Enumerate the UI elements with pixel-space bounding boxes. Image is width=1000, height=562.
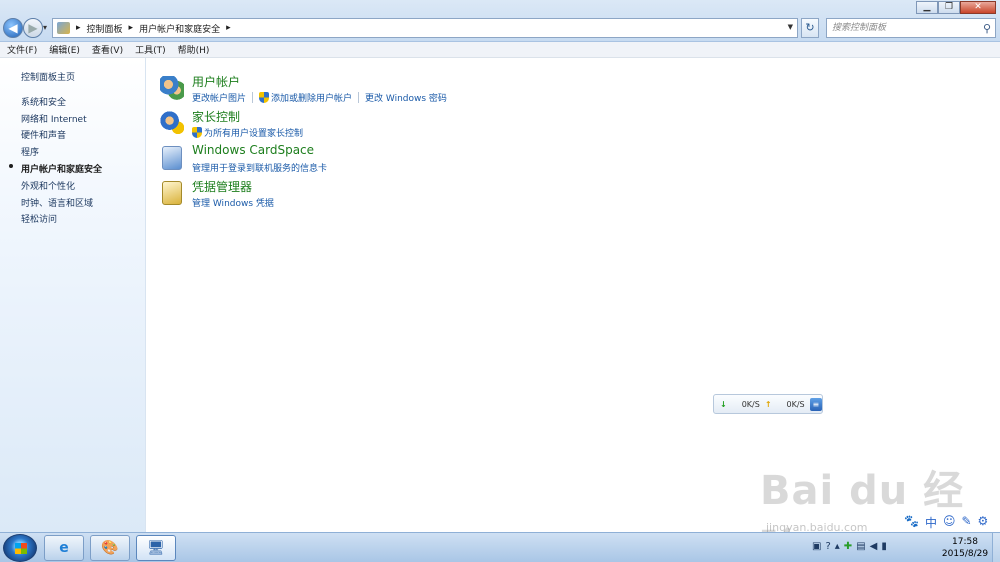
category-links: 更改帐户图片 添加或删除用户帐户 更改 Windows 密码 (192, 91, 447, 104)
search-placeholder: 搜索控制面板 (832, 23, 887, 33)
sidebar: 控制面板主页 系统和安全 网络和 Internet 硬件和声音 程序 用户帐户和… (0, 58, 146, 532)
breadcrumb-separator-icon: ▸ (226, 23, 231, 33)
breadcrumb-item-control-panel[interactable]: 控制面板 (87, 22, 123, 35)
link-manage-info-cards[interactable]: 管理用于登录到联机服务的信息卡 (192, 161, 327, 174)
sidebar-item-appearance[interactable]: 外观和个性化 (21, 179, 75, 192)
category-title[interactable]: Windows CardSpace (192, 143, 314, 157)
sidebar-item-network[interactable]: 网络和 Internet (21, 112, 87, 125)
category-title[interactable]: 用户帐户 (192, 73, 240, 90)
chevron-up-icon[interactable]: ▴ (835, 541, 840, 552)
breadcrumb-separator-icon: ▸ (128, 23, 134, 33)
taskbar-control-panel[interactable]: 🖥 (136, 535, 176, 561)
network-status-icon[interactable]: ▣ (812, 541, 821, 552)
credential-manager-icon (162, 181, 182, 205)
separator (358, 92, 360, 103)
taskbar-paint[interactable]: 🎨 (90, 535, 130, 561)
close-button[interactable]: ✕ (960, 1, 996, 14)
volume-icon[interactable]: ◀ (870, 541, 878, 552)
ime-settings-icon[interactable]: ⚙ (978, 514, 989, 531)
category-links: 为所有用户设置家长控制 (192, 126, 303, 139)
link-change-password[interactable]: 更改 Windows 密码 (365, 91, 447, 104)
link-change-picture[interactable]: 更改帐户图片 (192, 91, 246, 104)
ime-emoji-icon[interactable]: ☺ (943, 514, 956, 531)
minimize-button[interactable]: ▁ (916, 1, 938, 14)
parental-control-icon (160, 111, 184, 135)
shield-icon (259, 92, 270, 103)
search-input[interactable]: 搜索控制面板 ⚲ (826, 18, 996, 38)
upload-speed: 0K/S (786, 399, 805, 409)
category-title[interactable]: 家长控制 (192, 108, 240, 125)
sidebar-item-ease-of-access[interactable]: 轻松访问 (21, 212, 57, 225)
menu-view[interactable]: 查看(V) (92, 43, 123, 56)
taskbar-clock[interactable]: 17:58 2015/8/29 (940, 536, 990, 560)
ime-toolbar: 🐾 中 ☺ ✎ ⚙ (904, 514, 988, 531)
title-bar: ▁ ❐ ✕ ◀ ▶ ▾ ▸ 控制面板 ▸ 用户帐户和家庭安全 ▸ ▼ ↻ 搜索控… (0, 0, 1000, 42)
search-icon[interactable]: ⚲ (983, 20, 991, 38)
history-dropdown-icon[interactable]: ▾ (43, 23, 47, 32)
active-bullet-icon (9, 164, 13, 168)
separator (252, 92, 254, 103)
sidebar-item-home[interactable]: 控制面板主页 (21, 70, 75, 83)
back-button[interactable]: ◀ (3, 18, 23, 38)
shield-icon (192, 127, 202, 138)
sidebar-item-programs[interactable]: 程序 (21, 145, 39, 158)
sidebar-item-system-security[interactable]: 系统和安全 (21, 95, 66, 108)
menu-help[interactable]: 帮助(H) (178, 43, 210, 56)
maximize-button[interactable]: ❐ (938, 1, 960, 14)
network-speed-widget[interactable]: ↓ 0K/S ↑ 0K/S ≡ (713, 394, 823, 414)
taskbar: e 🎨 🖥 ▣ ? ▴ ✚ ▤ ◀ ▮ 17:58 2015/8/29 (0, 532, 1000, 562)
address-bar[interactable]: ▸ 控制面板 ▸ 用户帐户和家庭安全 ▸ ▼ (52, 18, 798, 38)
breadcrumb-separator-icon: ▸ (76, 23, 81, 33)
link-manage-credentials[interactable]: 管理 Windows 凭据 (192, 196, 274, 209)
antivirus-icon[interactable]: ✚ (844, 541, 852, 552)
link-setup-parental-controls[interactable]: 为所有用户设置家长控制 (204, 126, 303, 139)
category-title[interactable]: 凭据管理器 (192, 178, 252, 195)
speed-widget-menu-icon[interactable]: ≡ (809, 397, 822, 411)
control-panel-icon (57, 22, 70, 34)
category-links: 管理用于登录到联机服务的信息卡 (192, 161, 327, 174)
help-icon[interactable]: ? (825, 541, 830, 552)
sidebar-item-user-accounts[interactable]: 用户帐户和家庭安全 (21, 162, 102, 175)
menu-file[interactable]: 文件(F) (7, 43, 37, 56)
signal-icon[interactable]: ▮ (881, 541, 887, 552)
forward-button[interactable]: ▶ (23, 18, 43, 38)
ime-chinese-mode[interactable]: 中 (925, 514, 937, 531)
category-links: 管理 Windows 凭据 (192, 196, 274, 209)
link-add-remove-accounts[interactable]: 添加或删除用户帐户 (271, 91, 352, 104)
ime-paw-icon[interactable]: 🐾 (904, 514, 919, 531)
window-controls: ▁ ❐ ✕ (916, 1, 996, 14)
clock-date: 2015/8/29 (941, 549, 989, 559)
usb-icon[interactable]: ▤ (856, 541, 865, 552)
menu-tools[interactable]: 工具(T) (135, 43, 166, 56)
download-arrow-icon: ↓ (720, 399, 727, 409)
download-speed: 0K/S (741, 399, 760, 409)
upload-arrow-icon: ↑ (764, 399, 772, 409)
menu-bar: 文件(F) 编辑(E) 查看(V) 工具(T) 帮助(H) (0, 42, 1000, 58)
system-tray: ▣ ? ▴ ✚ ▤ ◀ ▮ (812, 541, 887, 552)
taskbar-internet-explorer[interactable]: e (44, 535, 84, 561)
sidebar-item-clock-language[interactable]: 时钟、语言和区域 (21, 196, 93, 209)
users-icon (160, 76, 184, 100)
cardspace-icon (162, 146, 182, 170)
clock-time: 17:58 (952, 537, 978, 547)
start-button[interactable] (3, 534, 37, 562)
menu-edit[interactable]: 编辑(E) (49, 43, 80, 56)
refresh-button[interactable]: ↻ (801, 18, 819, 38)
show-desktop-button[interactable] (992, 533, 1000, 562)
ime-handwrite-icon[interactable]: ✎ (961, 514, 971, 531)
sidebar-item-hardware[interactable]: 硬件和声音 (21, 128, 66, 141)
breadcrumb-item-user-accounts[interactable]: 用户帐户和家庭安全 (139, 22, 220, 35)
address-dropdown-icon[interactable]: ▼ (788, 23, 793, 31)
